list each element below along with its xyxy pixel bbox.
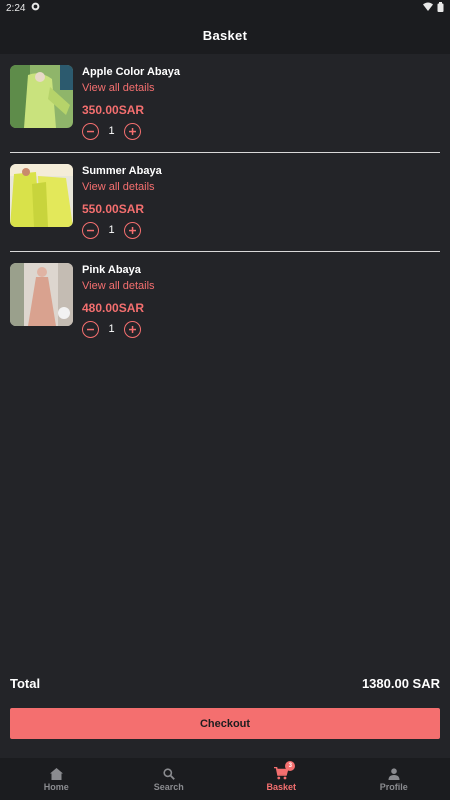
bottom-nav: Home Search 3 Basket Profile [0,758,450,800]
view-details-link[interactable]: View all details [82,82,155,94]
minus-icon [87,130,94,132]
nav-label: Profile [379,781,408,792]
nav-label: Search [153,781,184,792]
increment-button[interactable] [124,221,141,239]
product-name: Pink Abaya [82,264,141,276]
total-row: Total 1380.00 SAR [10,674,440,692]
battery-icon [437,1,444,15]
nav-home[interactable]: Home [0,758,113,800]
nav-label: Basket [266,781,297,792]
page-title: Basket [202,27,248,43]
decrement-button[interactable] [82,320,99,338]
plus-icon [129,226,136,234]
cart-badge: 3 [285,761,296,771]
quantity-stepper: 1 [82,320,141,338]
checkout-button[interactable]: Checkout [10,708,440,739]
quantity-value: 1 [108,224,115,236]
product-price: 480.00SAR [82,301,145,315]
quantity-value: 1 [108,323,115,335]
increment-button[interactable] [124,320,141,338]
app-bar: Basket [0,16,450,54]
plus-icon [129,325,136,333]
basket-item: Pink Abaya View all details 480.00SAR 1 [0,252,450,351]
quantity-stepper: 1 [82,122,141,140]
product-name: Apple Color Abaya [82,66,180,78]
increment-button[interactable] [124,122,141,140]
basket-item: Apple Color Abaya View all details 350.0… [0,54,450,153]
plus-icon [129,127,136,135]
product-image[interactable] [10,65,73,128]
quantity-value: 1 [108,125,115,137]
decrement-button[interactable] [82,122,99,140]
person-icon [388,767,400,781]
status-time: 2:24 [6,2,26,14]
product-price: 550.00SAR [82,202,145,216]
product-price: 350.00SAR [82,103,145,117]
nav-label: Home [43,781,69,792]
home-icon [49,767,63,781]
minus-icon [87,229,94,231]
basket-item: Summer Abaya View all details 550.00SAR … [0,153,450,252]
quantity-stepper: 1 [82,221,141,239]
status-bar: 2:24 [0,0,450,16]
minus-icon [87,328,94,330]
product-name: Summer Abaya [82,165,162,177]
nav-search[interactable]: Search [113,758,226,800]
nav-basket[interactable]: 3 Basket [225,758,338,800]
settings-icon [31,2,40,14]
basket-list: Apple Color Abaya View all details 350.0… [0,54,450,351]
total-label: Total [10,675,41,691]
total-value: 1380.00 SAR [361,675,440,691]
decrement-button[interactable] [82,221,99,239]
product-image[interactable] [10,263,73,326]
wifi-icon [423,2,433,14]
product-image[interactable] [10,164,73,227]
view-details-link[interactable]: View all details [82,280,155,292]
nav-profile[interactable]: Profile [338,758,450,800]
view-details-link[interactable]: View all details [82,181,155,193]
search-icon [163,767,175,781]
